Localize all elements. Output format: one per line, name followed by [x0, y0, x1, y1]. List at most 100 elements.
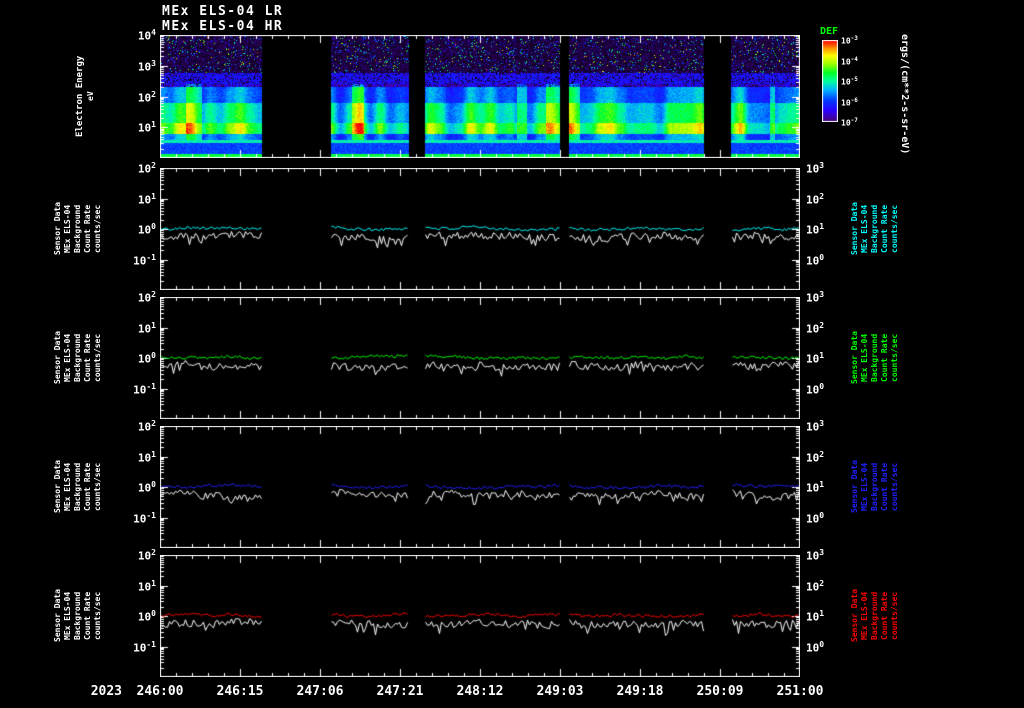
exponent: -3	[850, 35, 858, 42]
left-y-tick-label: 100	[137, 222, 156, 237]
exponent: 3	[819, 419, 825, 428]
left-y-tick-label: 100	[137, 351, 156, 366]
exponent: 1	[819, 222, 825, 231]
exponent: 3	[819, 548, 825, 557]
left-y-tick-label: 101	[137, 191, 156, 207]
left-y-tick-label: 103	[137, 58, 156, 74]
colorbar-tick-label: 10-3	[841, 35, 858, 46]
exponent: 1	[151, 320, 156, 330]
axis-label-line: Background	[870, 204, 879, 254]
exponent: 2	[819, 449, 825, 459]
axis-label-line: Background	[73, 462, 82, 512]
axis-label-line: counts/sec	[890, 204, 899, 254]
spectrogram-y-axis-label-group: Electron Energy eV	[66, 35, 104, 158]
x-tick-label: 246:15	[216, 684, 264, 699]
panel-1-right-axis-label: Sensor Data MEx ELS-04 Background Count Rat…	[850, 168, 900, 290]
left-y-tick-label: 101	[137, 578, 156, 594]
right-y-tick-label: 102	[806, 320, 825, 336]
axis-label-line: Background	[73, 204, 82, 254]
x-tick-label: 246:00	[136, 684, 184, 699]
axis-label-line: counts/sec	[93, 204, 102, 254]
exponent: 0	[151, 480, 156, 489]
colorbar-tick-label: 10-5	[841, 76, 858, 87]
x-tick-label: 249:18	[616, 684, 664, 699]
axis-label-line: Background	[870, 591, 879, 641]
exponent: 1	[151, 120, 156, 130]
exponent: -1	[146, 252, 156, 262]
exponent: -7	[850, 117, 858, 124]
axis-label-line: Sensor Data	[53, 589, 62, 643]
exponent: 4	[151, 28, 156, 37]
plot-title-lr: MEx ELS-04 LR	[162, 4, 284, 19]
axis-label-line: MEx ELS-04	[860, 462, 869, 512]
right-y-tick-label: 103	[806, 161, 825, 176]
axis-label-line: counts/sec	[890, 591, 899, 641]
left-y-tick-label: 10-1	[133, 252, 156, 268]
panel-3-right-axis-label: Sensor Data MEx ELS-04 Background Count Rat…	[850, 426, 900, 548]
x-tick-label: 247:21	[376, 684, 424, 699]
spectrogram-plot-page: MEx ELS-04 LR MEx ELS-04 HR Electron Ene…	[0, 0, 1024, 708]
right-y-tick-label: 100	[806, 381, 825, 397]
right-y-tick-label: 101	[806, 222, 825, 237]
right-y-tick-label: 100	[806, 510, 825, 526]
exponent: -6	[850, 96, 858, 104]
axis-label-line: Sensor Data	[850, 202, 859, 256]
left-y-tick-label: 10-1	[133, 510, 156, 526]
exponent: 2	[819, 578, 825, 588]
exponent: 0	[819, 381, 825, 391]
left-y-tick-label: 102	[137, 419, 156, 434]
exponent: 1	[819, 351, 825, 360]
right-y-tick-label: 103	[806, 290, 825, 305]
exponent: 3	[819, 161, 825, 170]
axis-label-line: Sensor Data	[53, 331, 62, 385]
axis-label-line: Count Rate	[880, 591, 889, 641]
exponent: 1	[151, 191, 156, 201]
x-tick-label: 248:12	[456, 684, 504, 699]
x-tick-label: 247:06	[296, 684, 344, 699]
exponent: 2	[819, 320, 825, 330]
exponent: 2	[151, 89, 156, 99]
axis-label-line: Background	[870, 462, 879, 512]
left-y-tick-label: 101	[137, 449, 156, 465]
exponent: 1	[151, 449, 156, 459]
axis-label-line: Count Rate	[880, 204, 889, 254]
axis-label-line: Sensor Data	[53, 460, 62, 514]
exponent: 3	[151, 58, 156, 68]
right-y-tick-label: 103	[806, 419, 825, 434]
right-y-tick-label: 102	[806, 191, 825, 207]
left-y-tick-label: 104	[137, 28, 156, 43]
axis-label-line: counts/sec	[93, 591, 102, 641]
left-y-tick-label: 100	[137, 609, 156, 624]
right-y-tick-label: 101	[806, 609, 825, 624]
exponent: 0	[151, 351, 156, 360]
colorbar-tick-label: 10-6	[841, 96, 858, 108]
panel-2-left-axis-label: Sensor Data MEx ELS-04 Background Count Rat…	[53, 297, 102, 419]
colorbar-title: DEF	[820, 26, 839, 37]
x-tick-label: 250:09	[696, 684, 744, 699]
exponent: 0	[151, 609, 156, 618]
x-axis-year-label: 2023	[90, 684, 122, 699]
axis-label-line: Count Rate	[880, 333, 889, 383]
right-y-tick-label: 102	[806, 578, 825, 594]
colorbar-canvas	[822, 40, 838, 122]
axis-label-line: Count Rate	[83, 333, 92, 383]
exponent: 2	[151, 548, 156, 557]
exponent: 2	[151, 290, 156, 299]
right-y-tick-label: 100	[806, 252, 825, 268]
axis-label-line: MEx ELS-04	[63, 462, 72, 512]
axis-label-line: Background	[73, 591, 82, 641]
exponent: 1	[819, 480, 825, 489]
axis-label-line: MEx ELS-04	[860, 204, 869, 254]
left-y-tick-label: 102	[137, 548, 156, 563]
panel-4-left-axis-label: Sensor Data MEx ELS-04 Background Count Rat…	[53, 555, 102, 677]
left-y-tick-label: 102	[137, 89, 156, 105]
axis-label-line: MEx ELS-04	[860, 333, 869, 383]
x-tick-label: 251:00	[776, 684, 824, 699]
spectrogram-canvas	[160, 35, 800, 158]
plot-title-hr: MEx ELS-04 HR	[162, 19, 284, 34]
panel-2-right-axis-label: Sensor Data MEx ELS-04 Background Count Rat…	[850, 297, 900, 419]
axis-label-line: counts/sec	[93, 462, 102, 512]
panel-4-right-axis-label: Sensor Data MEx ELS-04 Background Count Rat…	[850, 555, 900, 677]
exponent: 0	[819, 252, 825, 262]
x-tick-label: 249:03	[536, 684, 584, 699]
